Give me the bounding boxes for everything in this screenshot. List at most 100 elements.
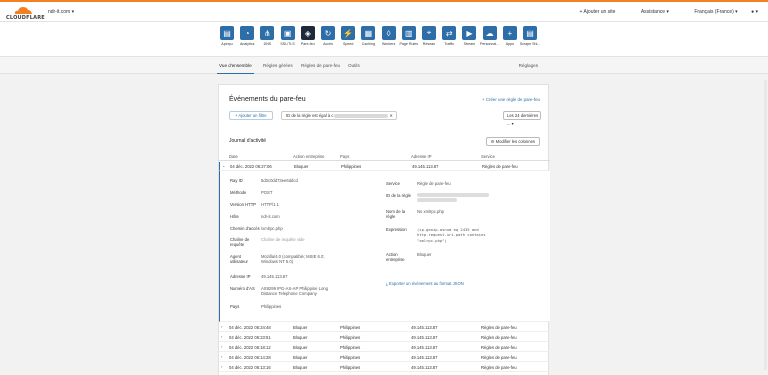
- cell-action: Bloquer: [293, 345, 308, 350]
- cell-country: Philippines: [340, 355, 361, 360]
- scrape-shield-icon: ▤: [523, 26, 537, 40]
- support-menu[interactable]: Assistance ▾: [629, 9, 669, 15]
- detail-label: Agent utilisateur: [230, 254, 248, 265]
- table-row[interactable]: › 04 déc. 2022 06:13:16 Bloquer Philippines…: [219, 363, 550, 372]
- cell-action: Bloquer: [293, 355, 308, 360]
- tab-managed-rules[interactable]: Règles gérées: [263, 63, 293, 68]
- support-label: Assistance: [640, 9, 666, 15]
- cloudflare-logo[interactable]: CLOUDFLARE: [6, 6, 45, 21]
- analytics-icon: ◔: [240, 26, 255, 40]
- detail-label: Action entreprise: [386, 252, 405, 263]
- detail-value: Bloquer: [417, 252, 432, 257]
- redacted-rule-id: [417, 192, 489, 202]
- language-menu[interactable]: Français (France) ▾: [682, 9, 737, 15]
- detail-value: ndr-it.com: [261, 214, 280, 219]
- logo-text: CLOUDFLARE: [6, 15, 45, 21]
- detail-value: Chaîne de requête vide: [261, 237, 305, 242]
- detail-value: Philippines: [261, 304, 282, 309]
- edit-columns-button[interactable]: ⚙ Modifier les colonnes: [485, 137, 540, 146]
- dns-icon: ⋔: [260, 26, 275, 40]
- settings-link[interactable]: Réglages: [519, 63, 538, 68]
- filter-row: + Ajouter un filtre ID de la règle est é…: [229, 111, 541, 126]
- cell-service: Règles de pare-feu: [481, 355, 517, 360]
- tab-tools[interactable]: Outils: [348, 63, 360, 68]
- table-row[interactable]: › 04 déc. 2022 06:23:51 Bloquer Philippines…: [219, 333, 550, 342]
- detail-value: (ip.geoip.asnum eq 2435 and http.request…: [417, 227, 486, 243]
- cell-date: 04 déc. 2022 06:27:06: [230, 164, 272, 169]
- cell-ip: 49.145.113.87: [412, 164, 439, 169]
- detail-label: Version HTTP: [230, 202, 257, 207]
- cell-ip: 49.145.113.87: [411, 365, 438, 370]
- panel-title: Événements du pare-feu: [229, 96, 306, 103]
- detail-label: Méthode: [230, 190, 247, 195]
- detail-value: 49.145.113.87: [261, 274, 288, 279]
- table-row[interactable]: ⌄ 04 déc. 2022 06:27:06 Bloquer Philippines…: [219, 162, 550, 171]
- chevron-right-icon[interactable]: ›: [221, 324, 222, 329]
- detail-label: Ray ID: [230, 178, 243, 183]
- cell-date: 04 déc. 2022 06:13:16: [229, 365, 271, 370]
- cell-action: Bloquer: [293, 335, 308, 340]
- filter-chip[interactable]: ID de la règle est égal à c ✕: [281, 111, 397, 120]
- header-action: Action entreprise: [293, 154, 325, 159]
- chevron-right-icon[interactable]: ›: [221, 344, 222, 349]
- detail-label: Adresse IP: [230, 274, 251, 279]
- detail-value: Mozilla/4.0 (compatible; MSIE 6.0; Windo…: [261, 254, 325, 265]
- download-icon: ⤓: [386, 281, 388, 286]
- chevron-right-icon[interactable]: ›: [221, 364, 222, 369]
- tab-firewall-rules[interactable]: Règles de pare-feu: [301, 63, 340, 68]
- detail-label: Nom de la règle: [386, 209, 406, 220]
- product-nav: ▤ Aperçu ◔ Analytics ⋔ DNS ▣ SSL/TLS ◈ Pare-feu ↻ A…: [0, 22, 768, 56]
- cell-date: 04 déc. 2022 06:14:28: [229, 355, 271, 360]
- detail-label: Service: [386, 181, 400, 186]
- add-site-link[interactable]: + Ajouter un site: [579, 9, 615, 15]
- detail-value: 5d3c0dd73ee6ddcd: [261, 178, 298, 183]
- table-row[interactable]: › 04 déc. 2022 06:18:12 Bloquer Philippines…: [219, 343, 550, 352]
- domain-selector[interactable]: ndr-it.com ▾: [48, 9, 74, 15]
- nav-item-scrape-shield[interactable]: ▤ Scrape Shi...: [520, 26, 540, 46]
- detail-value: No xmlrpc.php: [417, 209, 444, 214]
- stream-icon: ▶: [462, 26, 477, 40]
- cell-service: Règles de pare-feu: [481, 335, 517, 340]
- table-row[interactable]: › 04 déc. 2022 06:14:28 Bloquer Philippines…: [219, 353, 550, 362]
- event-detail: Ray ID 5d3c0dd73ee6ddcd Méthode POST Ver…: [219, 171, 550, 322]
- workers-icon: ◊: [381, 26, 396, 40]
- cell-country: Philippines: [340, 345, 361, 350]
- add-filter-button[interactable]: + Ajouter un filtre: [229, 111, 273, 120]
- detail-value: HTTP/1.1: [261, 202, 279, 207]
- detail-label: Chaîne de requête: [230, 237, 250, 248]
- gear-icon: ⚙: [490, 139, 495, 144]
- chevron-right-icon[interactable]: ›: [221, 334, 222, 339]
- tab-overview[interactable]: Vue d'ensemble: [217, 63, 254, 74]
- sub-nav: Vue d'ensemble Règles gérées Règles de p…: [0, 56, 768, 74]
- header-service: Service: [481, 154, 495, 159]
- cell-country: Philippines: [340, 335, 361, 340]
- access-icon: ↻: [321, 26, 335, 40]
- cell-country: Philippines: [341, 164, 362, 169]
- activity-log-title: Journal d'activité: [229, 138, 267, 144]
- speed-icon: ⚡: [341, 26, 356, 40]
- close-icon[interactable]: ✕: [389, 112, 393, 120]
- cell-country: Philippines: [340, 325, 361, 330]
- chevron-down-icon[interactable]: ⌄: [222, 163, 225, 168]
- lock-icon: ▣: [280, 26, 295, 40]
- page-scrollbar[interactable]: [764, 80, 767, 370]
- table-row[interactable]: › 04 déc. 2022 06:24:48 Bloquer Philippines…: [219, 323, 550, 332]
- chevron-right-icon[interactable]: ›: [221, 354, 222, 359]
- firewall-icon: ◈: [300, 26, 315, 40]
- create-rule-link[interactable]: + Créer une règle de pare-feu: [482, 97, 540, 102]
- header-ip: Adresse IP: [411, 154, 432, 159]
- time-range-select[interactable]: Les 24 dernières ... ▾: [503, 111, 541, 126]
- export-json-label: Exporter un événement au format JSON: [389, 281, 464, 286]
- page-rules-icon: ▥: [401, 26, 416, 40]
- cell-date: 04 déc. 2022 06:24:48: [229, 325, 271, 330]
- export-json-link[interactable]: ⤓ Exporter un événement au format JSON: [386, 281, 464, 286]
- overview-icon: ▤: [220, 26, 234, 40]
- custom-icon: ☁: [482, 26, 497, 40]
- domain-name: ndr-it.com: [48, 9, 71, 15]
- cell-action: Bloquer: [294, 164, 309, 169]
- detail-value: Règle de pare-feu: [417, 181, 451, 186]
- user-avatar-icon[interactable]: ● ▾: [751, 9, 758, 15]
- cloud-icon: [14, 7, 32, 14]
- detail-label: Pays: [230, 304, 240, 309]
- filter-chip-label: ID de la règle est égal à c: [286, 113, 334, 118]
